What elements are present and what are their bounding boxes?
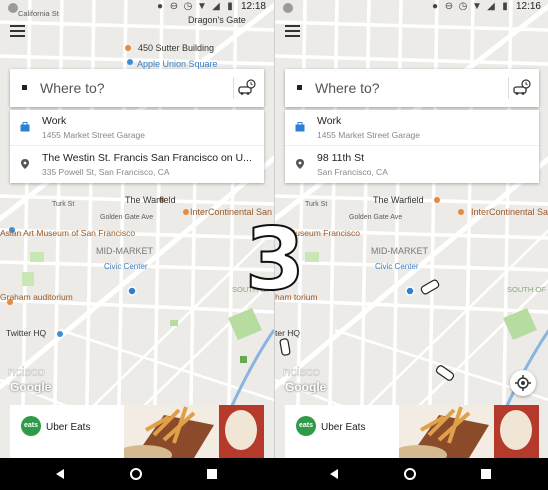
schedule-ride-icon[interactable] [513, 79, 531, 97]
do-not-disturb-icon: ⊖ [169, 0, 179, 12]
map-label-warfield: The Warfield [373, 195, 424, 205]
notification-dot-icon [8, 3, 18, 13]
do-not-disturb-icon: ⊖ [444, 0, 454, 12]
suggestion-recent[interactable]: The Westin St. Francis San Francisco on … [10, 147, 264, 183]
wifi-icon: ▼ [197, 0, 207, 12]
uber-eats-label: Uber Eats [46, 422, 91, 433]
map-label-civic-center: Civic Center [104, 262, 148, 271]
suggestion-title: Work [317, 115, 342, 127]
recents-icon[interactable] [204, 466, 220, 482]
suggestion-recent[interactable]: 98 11th St San Francisco, CA [285, 147, 539, 183]
google-logo: Google [285, 380, 327, 394]
divider [508, 77, 509, 99]
suggestion-subtitle: 1455 Market Street Garage [317, 130, 421, 140]
menu-icon[interactable] [285, 25, 300, 37]
suggestion-title: Work [42, 115, 67, 127]
uber-eats-logo-icon: eats [296, 416, 316, 436]
briefcase-icon [20, 122, 30, 132]
status-bar: ● ⊖ ◷ ▼ ◢ ▮ 12:18 [0, 0, 274, 16]
map-label-turk: Turk St [52, 201, 74, 208]
menu-icon[interactable] [10, 25, 25, 37]
left-phone-screen: California St Dragon's Gate 450 Sutter B… [0, 0, 274, 458]
battery-icon: ▮ [502, 0, 508, 12]
status-time: 12:18 [240, 1, 266, 12]
alarm-icon: ◷ [183, 0, 193, 12]
where-to-label: Where to? [40, 80, 105, 96]
where-to-search[interactable]: Where to? [10, 69, 264, 107]
map-label-francisco: ncisco [8, 364, 45, 379]
map-label-golden-gate: Golden Gate Ave [349, 214, 402, 221]
where-to-search[interactable]: Where to? [285, 69, 539, 107]
map-label-dragons-gate: Dragon's Gate [188, 15, 246, 25]
map-label-civic-center: Civic Center [375, 262, 419, 271]
map-label-turk: Turk St [305, 201, 327, 208]
suggestion-subtitle: 1455 Market Street Garage [42, 130, 146, 140]
android-navigation-bar [0, 458, 548, 490]
map-label-sutter-building: 450 Sutter Building [138, 43, 214, 53]
location-status-icon: ● [156, 0, 163, 12]
suggestion-title: 98 11th St [317, 152, 365, 164]
step-number-overlay: 3 [244, 210, 306, 310]
notification-dot-icon [283, 3, 293, 13]
suggestion-title: The Westin St. Francis San Francisco on … [42, 152, 252, 164]
food-image [124, 405, 264, 458]
map-label-francisco: ncisco [283, 364, 320, 379]
back-icon[interactable] [52, 466, 68, 482]
google-logo: Google [10, 380, 52, 394]
map-label-intercontinental: InterContinental San Francisco [471, 207, 548, 217]
location-pin-icon [21, 159, 29, 169]
right-phone-screen: The Warfield InterContinental San Franci… [274, 0, 548, 458]
schedule-ride-icon[interactable] [238, 79, 256, 97]
map-label-twitter: Twitter HQ [6, 328, 47, 338]
status-time: 12:16 [515, 1, 541, 12]
alarm-icon: ◷ [458, 0, 468, 12]
status-bar: ● ⊖ ◷ ▼ ◢ ▮ 12:16 [275, 0, 548, 16]
food-image [399, 405, 539, 458]
signal-icon: ◢ [487, 0, 495, 12]
destination-square-icon [22, 85, 27, 90]
recents-icon[interactable] [478, 466, 494, 482]
home-icon[interactable] [402, 466, 418, 482]
suggestions-list: Work 1455 Market Street Garage 98 11th S… [285, 110, 539, 183]
map-label-graham: Graham auditorium [0, 292, 73, 302]
uber-eats-label: Uber Eats [321, 422, 366, 433]
map-label-asian-art: Asian Art Museum of San Francisco [0, 228, 135, 238]
back-icon[interactable] [326, 466, 342, 482]
battery-icon: ▮ [227, 0, 233, 12]
uber-eats-logo-icon: eats [21, 416, 41, 436]
map-label-south-of-market: SOUTH OF MARKET [507, 285, 548, 294]
location-status-icon: ● [431, 0, 438, 12]
uber-eats-card[interactable]: eats Uber Eats [285, 405, 539, 458]
wifi-icon: ▼ [472, 0, 482, 12]
map-label-mid-market: MID-MARKET [96, 246, 153, 256]
location-pin-icon [296, 159, 304, 169]
suggestion-subtitle: 335 Powell St, San Francisco, CA [42, 167, 170, 177]
map-label-apple: Apple Union Square [137, 59, 218, 69]
suggestions-list: Work 1455 Market Street Garage The Westi… [10, 110, 264, 183]
divider [233, 77, 234, 99]
map-label-mid-market: MID-MARKET [371, 246, 428, 256]
map-label-golden-gate: Golden Gate Ave [100, 214, 153, 221]
home-icon[interactable] [128, 466, 144, 482]
map-label-warfield: The Warfield [125, 195, 176, 205]
map-label-twitter: ter HQ [275, 328, 300, 338]
where-to-label: Where to? [315, 80, 380, 96]
signal-icon: ◢ [212, 0, 220, 12]
suggestion-subtitle: San Francisco, CA [317, 167, 388, 177]
recenter-location-button[interactable] [510, 370, 536, 396]
uber-eats-card[interactable]: eats Uber Eats [10, 405, 264, 458]
briefcase-icon [295, 122, 305, 132]
suggestion-work[interactable]: Work 1455 Market Street Garage [10, 110, 264, 146]
suggestion-work[interactable]: Work 1455 Market Street Garage [285, 110, 539, 146]
destination-square-icon [297, 85, 302, 90]
